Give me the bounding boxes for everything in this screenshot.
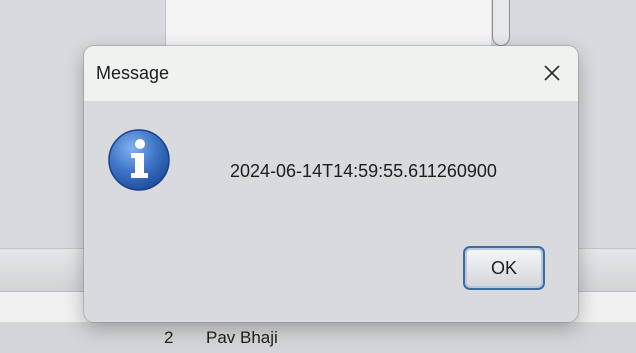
dialog-message: 2024-06-14T14:59:55.611260900 [230, 161, 497, 181]
ok-button[interactable]: OK [463, 246, 545, 290]
table-row-name: Pav Bhaji [206, 328, 278, 347]
message-dialog: Message 2024-06-14T14:59:55.611260900 OK [84, 46, 578, 322]
dialog-title: Message [96, 63, 170, 83]
dialog-titlebar[interactable]: Message [84, 46, 578, 101]
close-icon [544, 65, 560, 81]
close-button[interactable] [532, 55, 572, 91]
table-row[interactable] [0, 322, 636, 353]
info-icon [108, 129, 170, 191]
table-row-number: 2 [164, 328, 174, 347]
background-scrollbar-thumb[interactable] [492, 0, 510, 46]
